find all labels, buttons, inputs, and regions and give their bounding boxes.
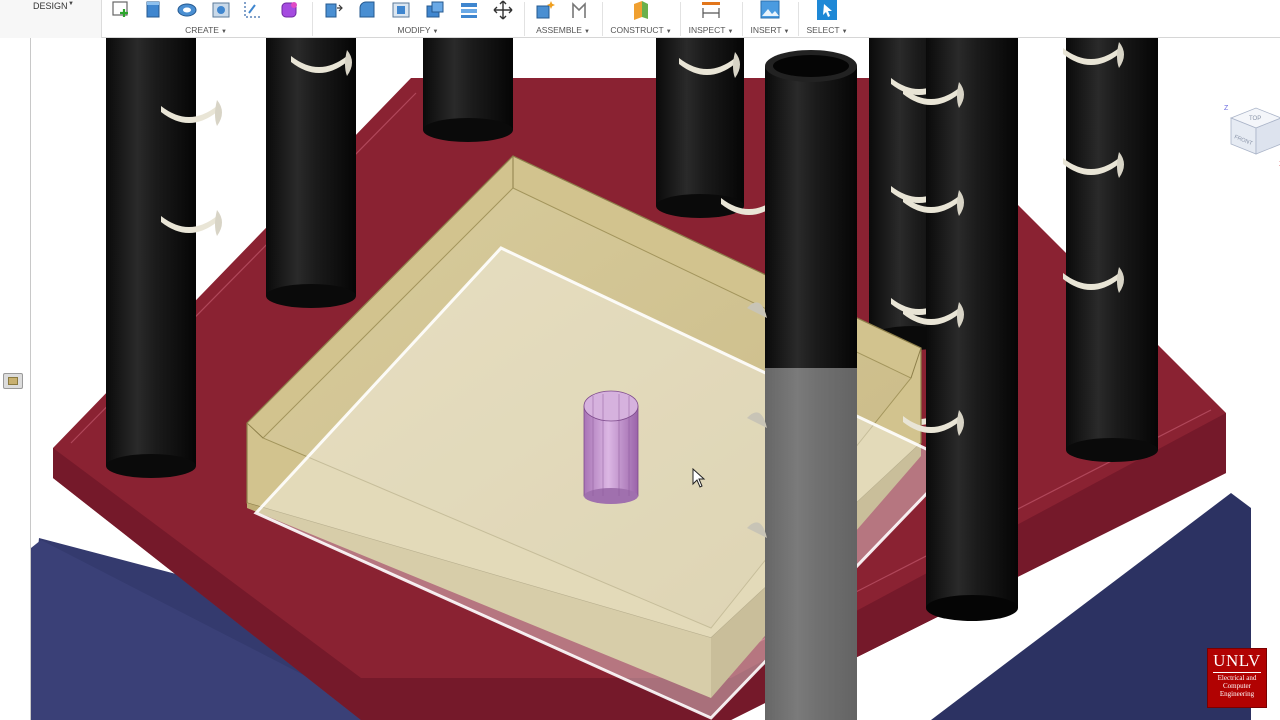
toolbar-divider	[312, 2, 313, 36]
move-icon[interactable]	[492, 0, 514, 20]
insert-menu[interactable]: INSERT ▼	[748, 25, 792, 35]
inspect-menu[interactable]: INSPECT ▼	[686, 25, 736, 35]
insert-image-icon[interactable]	[759, 0, 781, 20]
shell-icon[interactable]	[424, 0, 446, 20]
model-scene	[31, 38, 1251, 720]
chevron-down-icon: ▼	[583, 29, 590, 35]
extrude-icon[interactable]	[142, 0, 164, 20]
inspect-group: INSPECT ▼	[686, 0, 736, 38]
chevron-down-icon: ▼	[68, 1, 74, 7]
toolbar-divider	[524, 2, 525, 36]
joint-icon[interactable]	[568, 0, 590, 20]
toolbar-divider	[680, 2, 681, 36]
pillar	[423, 38, 513, 130]
create-sketch-icon[interactable]	[110, 0, 132, 20]
toolbar-divider	[742, 2, 743, 36]
toolbar-divider	[798, 2, 799, 36]
construct-menu[interactable]: CONSTRUCT ▼	[608, 25, 674, 35]
split-body-icon[interactable]	[458, 0, 480, 20]
measure-icon[interactable]	[700, 0, 722, 20]
new-component-icon[interactable]	[534, 0, 556, 20]
chevron-down-icon: ▼	[783, 29, 790, 35]
revolve-icon[interactable]	[176, 0, 198, 20]
create-group: CREATE ▼	[106, 0, 306, 38]
dept-line-2: Computer	[1223, 682, 1251, 690]
pillar	[106, 38, 196, 466]
workspace-switcher[interactable]: DESIGN ▼	[0, 0, 102, 38]
select-icon[interactable]	[816, 0, 838, 20]
z-axis-label: Z	[1224, 105, 1229, 112]
pillar	[1066, 38, 1158, 450]
create-label: CREATE	[185, 25, 219, 35]
chevron-down-icon: ▼	[727, 29, 734, 35]
construct-group: CONSTRUCT ▼	[608, 0, 674, 38]
dept-line-1: Electrical and	[1217, 674, 1257, 682]
chevron-down-icon: ▼	[841, 29, 848, 35]
create-menu[interactable]: CREATE ▼	[106, 25, 306, 35]
inspect-label: INSPECT	[688, 25, 726, 35]
construct-label: CONSTRUCT	[610, 25, 664, 35]
construction-plane-icon[interactable]	[630, 0, 652, 20]
fillet-icon[interactable]	[356, 0, 378, 20]
insert-group: INSERT ▼	[748, 0, 792, 38]
logo-rule	[1213, 672, 1261, 673]
chevron-down-icon: ▼	[220, 29, 227, 35]
unlv-logo: UNLV Electrical and Computer Engineering	[1207, 648, 1267, 708]
workspace-label: DESIGN	[33, 1, 68, 11]
sweep-icon[interactable]	[210, 0, 232, 20]
browser-toggle-button[interactable]	[3, 373, 23, 389]
folder-icon	[8, 377, 18, 385]
pillar	[266, 38, 356, 296]
modify-label: MODIFY	[397, 25, 431, 35]
chevron-down-icon: ▼	[432, 29, 439, 35]
toolbar: DESIGN ▼ CREATE ▼ MODIFY ▼ ASSEMBLE ▼ CO…	[0, 0, 1280, 38]
mouse-cursor-icon	[692, 468, 706, 488]
viewcube-top-label: TOP	[1249, 116, 1261, 122]
chamfer-icon[interactable]	[390, 0, 412, 20]
modify-group: MODIFY ▼	[318, 0, 518, 38]
3d-viewport[interactable]: TOP FRONT Z X	[30, 38, 1280, 720]
insert-label: INSERT	[750, 25, 782, 35]
select-group: SELECT ▼	[804, 0, 850, 38]
toolbar-divider	[602, 2, 603, 36]
unlv-title: UNLV	[1213, 651, 1261, 670]
dept-line-3: Engineering	[1219, 690, 1255, 698]
modify-menu[interactable]: MODIFY ▼	[318, 25, 518, 35]
assemble-menu[interactable]: ASSEMBLE ▼	[530, 25, 596, 35]
select-label: SELECT	[806, 25, 840, 35]
loft-icon[interactable]	[242, 0, 264, 20]
select-menu[interactable]: SELECT ▼	[804, 25, 850, 35]
create-form-icon[interactable]	[278, 0, 300, 20]
assemble-group: ASSEMBLE ▼	[530, 0, 596, 38]
press-pull-icon[interactable]	[322, 0, 344, 20]
view-cube[interactable]: TOP FRONT Z X	[1221, 98, 1280, 168]
assemble-label: ASSEMBLE	[536, 25, 582, 35]
chevron-down-icon: ▼	[665, 29, 672, 35]
